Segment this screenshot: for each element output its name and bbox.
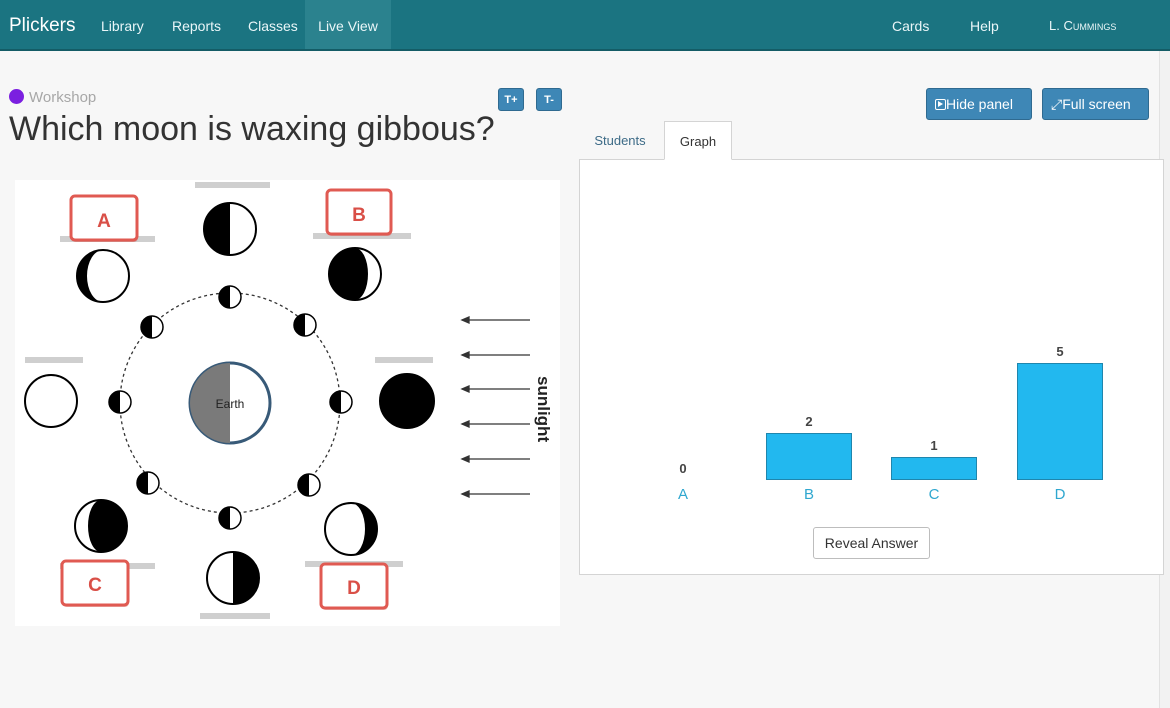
bar-count-c: 1: [930, 438, 938, 453]
tab-students[interactable]: Students: [581, 121, 659, 160]
blurred-label: [195, 182, 270, 188]
choice-box-a: A: [69, 194, 139, 242]
decrease-text-size-button[interactable]: T-: [536, 88, 562, 111]
moon-phase-d: [324, 502, 378, 556]
earth-icon: Earth: [188, 361, 272, 445]
bar-count-b: 2: [805, 414, 813, 429]
svg-text:A: A: [97, 211, 111, 232]
moon-phase-c: [74, 499, 128, 553]
bar-count-d: 5: [1056, 344, 1064, 359]
moon-phase-b: [328, 247, 382, 301]
nav-live-view[interactable]: Live View: [305, 0, 391, 49]
play-box-icon: [935, 99, 946, 110]
increase-text-size-button[interactable]: T+: [498, 88, 524, 111]
question-text: Which moon is waxing gibbous?: [9, 110, 495, 148]
tab-graph[interactable]: Graph: [664, 121, 732, 160]
expand-icon: ⤢: [1051, 96, 1063, 112]
new-moon: [379, 373, 435, 429]
bar-c: [891, 457, 977, 480]
nav-cards[interactable]: Cards: [892, 0, 929, 49]
nav-classes[interactable]: Classes: [248, 0, 298, 49]
reveal-answer-button[interactable]: Reveal Answer: [813, 527, 930, 559]
earth-label: Earth: [216, 397, 245, 411]
top-nav-bar: Plickers Library Reports Classes Live Vi…: [0, 0, 1170, 51]
bar-label-c: C: [928, 486, 940, 503]
svg-text:D: D: [347, 578, 361, 599]
sunlight-label: sunlight: [534, 376, 553, 442]
blurred-label: [200, 613, 270, 619]
nav-library[interactable]: Library: [101, 0, 144, 49]
choice-box-b: B: [325, 188, 393, 236]
nav-help[interactable]: Help: [970, 0, 999, 49]
last-quarter-moon: [206, 551, 260, 605]
nav-user-menu[interactable]: L. Cummings: [1049, 0, 1116, 49]
bar-label-a: A: [677, 486, 688, 503]
svg-text:C: C: [88, 575, 102, 596]
bar-d: [1017, 363, 1103, 480]
first-quarter-moon: [203, 202, 257, 256]
bar-count-a: 0: [679, 461, 687, 476]
full-moon: [24, 374, 78, 428]
moon-phase-diagram: Earth A B C D sunlight: [15, 180, 560, 626]
hide-panel-button[interactable]: Hide panel: [926, 88, 1032, 120]
nav-reports[interactable]: Reports: [172, 0, 221, 49]
full-screen-label: Full screen: [1062, 96, 1131, 112]
blurred-label: [375, 357, 433, 363]
class-name[interactable]: Workshop: [29, 89, 96, 106]
full-screen-button[interactable]: ⤢Full screen: [1042, 88, 1149, 120]
bar-b: [766, 433, 852, 480]
svg-text:B: B: [352, 205, 366, 226]
choice-box-d: D: [319, 562, 389, 610]
hide-panel-label: Hide panel: [946, 96, 1013, 112]
brand-logo[interactable]: Plickers: [9, 0, 76, 49]
class-color-dot: [9, 89, 24, 104]
bar-label-d: D: [1054, 486, 1066, 503]
moon-phase-a: [76, 249, 130, 303]
blurred-label: [25, 357, 83, 363]
bar-label-b: B: [803, 486, 814, 503]
choice-box-c: C: [60, 559, 130, 607]
